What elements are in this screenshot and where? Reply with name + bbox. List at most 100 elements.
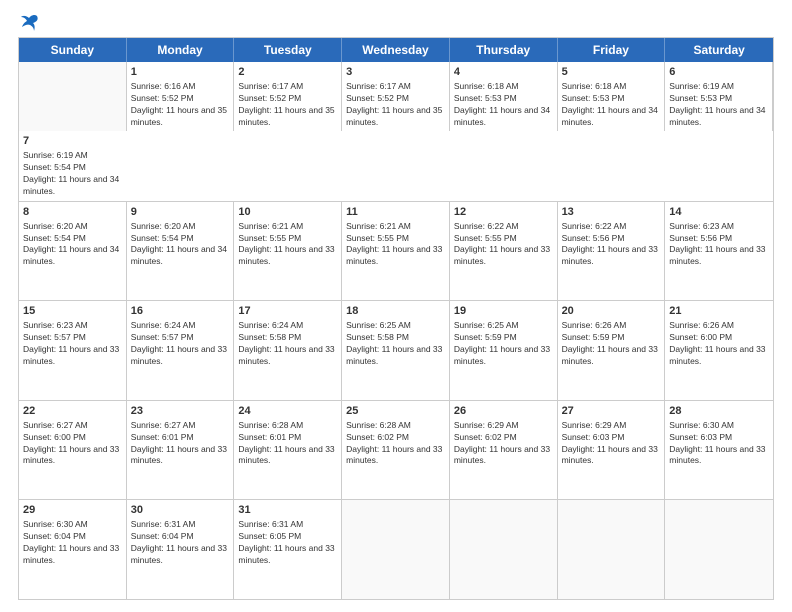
cal-cell-12: 12Sunrise: 6:22 AMSunset: 5:55 PMDayligh… [450,202,558,301]
day-info: Sunrise: 6:17 AMSunset: 5:52 PMDaylight:… [346,81,445,129]
cal-cell-4: 4Sunrise: 6:18 AMSunset: 5:53 PMDaylight… [450,62,558,131]
day-number: 30 [131,503,230,518]
day-info: Sunrise: 6:19 AMSunset: 5:53 PMDaylight:… [669,81,768,129]
cal-cell-21: 21Sunrise: 6:26 AMSunset: 6:00 PMDayligh… [665,301,773,400]
day-info: Sunrise: 6:18 AMSunset: 5:53 PMDaylight:… [454,81,553,129]
day-number: 19 [454,304,553,319]
logo-bird-icon [19,14,41,32]
day-number: 1 [131,65,230,80]
calendar-row-4: 22Sunrise: 6:27 AMSunset: 6:00 PMDayligh… [19,400,773,500]
day-info: Sunrise: 6:31 AMSunset: 6:04 PMDaylight:… [131,519,230,567]
day-number: 21 [669,304,769,319]
day-info: Sunrise: 6:22 AMSunset: 5:55 PMDaylight:… [454,221,553,269]
day-info: Sunrise: 6:27 AMSunset: 6:00 PMDaylight:… [23,420,122,468]
day-number: 31 [238,503,337,518]
day-info: Sunrise: 6:24 AMSunset: 5:58 PMDaylight:… [238,320,337,368]
day-info: Sunrise: 6:28 AMSunset: 6:01 PMDaylight:… [238,420,337,468]
cal-cell-2: 2Sunrise: 6:17 AMSunset: 5:52 PMDaylight… [234,62,342,131]
cal-cell-19: 19Sunrise: 6:25 AMSunset: 5:59 PMDayligh… [450,301,558,400]
day-number: 25 [346,404,445,419]
day-number: 28 [669,404,769,419]
day-number: 14 [669,205,769,220]
day-info: Sunrise: 6:20 AMSunset: 5:54 PMDaylight:… [131,221,230,269]
day-info: Sunrise: 6:21 AMSunset: 5:55 PMDaylight:… [238,221,337,269]
cal-cell-31: 31Sunrise: 6:31 AMSunset: 6:05 PMDayligh… [234,500,342,599]
cal-cell-9: 9Sunrise: 6:20 AMSunset: 5:54 PMDaylight… [127,202,235,301]
day-info: Sunrise: 6:21 AMSunset: 5:55 PMDaylight:… [346,221,445,269]
cal-cell-empty [665,500,773,599]
day-info: Sunrise: 6:28 AMSunset: 6:02 PMDaylight:… [346,420,445,468]
day-info: Sunrise: 6:26 AMSunset: 5:59 PMDaylight:… [562,320,661,368]
cal-cell-17: 17Sunrise: 6:24 AMSunset: 5:58 PMDayligh… [234,301,342,400]
cal-cell-22: 22Sunrise: 6:27 AMSunset: 6:00 PMDayligh… [19,401,127,500]
cal-cell-29: 29Sunrise: 6:30 AMSunset: 6:04 PMDayligh… [19,500,127,599]
day-info: Sunrise: 6:25 AMSunset: 5:59 PMDaylight:… [454,320,553,368]
day-info: Sunrise: 6:26 AMSunset: 6:00 PMDaylight:… [669,320,769,368]
day-number: 26 [454,404,553,419]
cal-cell-30: 30Sunrise: 6:31 AMSunset: 6:04 PMDayligh… [127,500,235,599]
day-number: 5 [562,65,661,80]
header-day-sunday: Sunday [19,38,127,62]
cal-cell-28: 28Sunrise: 6:30 AMSunset: 6:03 PMDayligh… [665,401,773,500]
header-day-thursday: Thursday [450,38,558,62]
cal-cell-11: 11Sunrise: 6:21 AMSunset: 5:55 PMDayligh… [342,202,450,301]
day-number: 27 [562,404,661,419]
cal-cell-1: 1Sunrise: 6:16 AMSunset: 5:52 PMDaylight… [127,62,235,131]
calendar-row-1: 1Sunrise: 6:16 AMSunset: 5:52 PMDaylight… [19,62,773,201]
day-info: Sunrise: 6:16 AMSunset: 5:52 PMDaylight:… [131,81,230,129]
day-info: Sunrise: 6:17 AMSunset: 5:52 PMDaylight:… [238,81,337,129]
day-info: Sunrise: 6:18 AMSunset: 5:53 PMDaylight:… [562,81,661,129]
day-number: 2 [238,65,337,80]
day-number: 12 [454,205,553,220]
day-info: Sunrise: 6:20 AMSunset: 5:54 PMDaylight:… [23,221,122,269]
day-info: Sunrise: 6:30 AMSunset: 6:04 PMDaylight:… [23,519,122,567]
page: SundayMondayTuesdayWednesdayThursdayFrid… [0,0,792,612]
day-number: 9 [131,205,230,220]
logo [18,18,41,29]
day-number: 3 [346,65,445,80]
cal-cell-27: 27Sunrise: 6:29 AMSunset: 6:03 PMDayligh… [558,401,666,500]
day-number: 18 [346,304,445,319]
day-info: Sunrise: 6:31 AMSunset: 6:05 PMDaylight:… [238,519,337,567]
calendar-row-2: 8Sunrise: 6:20 AMSunset: 5:54 PMDaylight… [19,201,773,301]
day-number: 13 [562,205,661,220]
day-number: 11 [346,205,445,220]
day-info: Sunrise: 6:30 AMSunset: 6:03 PMDaylight:… [669,420,769,468]
cal-cell-empty [450,500,558,599]
header-day-saturday: Saturday [665,38,773,62]
cal-cell-3: 3Sunrise: 6:17 AMSunset: 5:52 PMDaylight… [342,62,450,131]
calendar-row-5: 29Sunrise: 6:30 AMSunset: 6:04 PMDayligh… [19,499,773,599]
cal-cell-13: 13Sunrise: 6:22 AMSunset: 5:56 PMDayligh… [558,202,666,301]
day-number: 20 [562,304,661,319]
calendar-header: SundayMondayTuesdayWednesdayThursdayFrid… [19,38,773,62]
cal-cell-23: 23Sunrise: 6:27 AMSunset: 6:01 PMDayligh… [127,401,235,500]
day-info: Sunrise: 6:29 AMSunset: 6:03 PMDaylight:… [562,420,661,468]
day-number: 22 [23,404,122,419]
day-number: 23 [131,404,230,419]
day-info: Sunrise: 6:23 AMSunset: 5:57 PMDaylight:… [23,320,122,368]
header-day-friday: Friday [558,38,666,62]
calendar-body: 1Sunrise: 6:16 AMSunset: 5:52 PMDaylight… [19,62,773,599]
day-info: Sunrise: 6:23 AMSunset: 5:56 PMDaylight:… [669,221,769,269]
cal-cell-5: 5Sunrise: 6:18 AMSunset: 5:53 PMDaylight… [558,62,666,131]
day-number: 15 [23,304,122,319]
cal-cell-24: 24Sunrise: 6:28 AMSunset: 6:01 PMDayligh… [234,401,342,500]
day-info: Sunrise: 6:19 AMSunset: 5:54 PMDaylight:… [23,150,123,198]
day-number: 29 [23,503,122,518]
cal-cell-empty [342,500,450,599]
day-number: 10 [238,205,337,220]
day-info: Sunrise: 6:24 AMSunset: 5:57 PMDaylight:… [131,320,230,368]
cal-cell-empty [558,500,666,599]
cal-cell-10: 10Sunrise: 6:21 AMSunset: 5:55 PMDayligh… [234,202,342,301]
header-day-monday: Monday [127,38,235,62]
cal-cell-empty [19,62,127,131]
cal-cell-8: 8Sunrise: 6:20 AMSunset: 5:54 PMDaylight… [19,202,127,301]
day-number: 6 [669,65,768,80]
calendar-row-3: 15Sunrise: 6:23 AMSunset: 5:57 PMDayligh… [19,300,773,400]
day-info: Sunrise: 6:25 AMSunset: 5:58 PMDaylight:… [346,320,445,368]
cal-cell-25: 25Sunrise: 6:28 AMSunset: 6:02 PMDayligh… [342,401,450,500]
day-number: 8 [23,205,122,220]
cal-cell-7: 7Sunrise: 6:19 AMSunset: 5:54 PMDaylight… [19,131,127,200]
cal-cell-26: 26Sunrise: 6:29 AMSunset: 6:02 PMDayligh… [450,401,558,500]
day-number: 7 [23,134,123,149]
